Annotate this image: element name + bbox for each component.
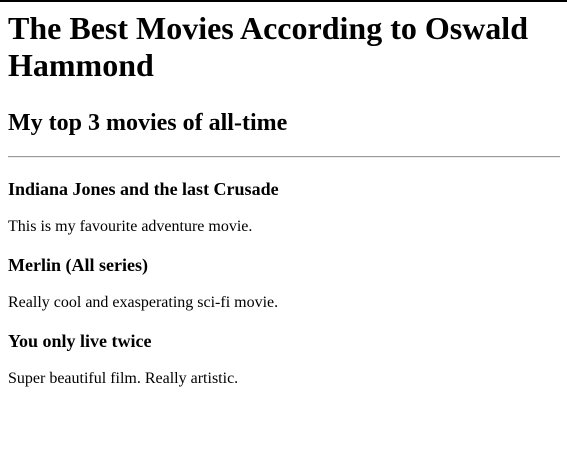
movie-title: Indiana Jones and the last Crusade — [8, 179, 279, 199]
movie-item: You only live twice Super beautiful film… — [8, 330, 560, 388]
page-title: The Best Movies According to Oswald Hamm… — [8, 10, 528, 83]
divider — [8, 156, 560, 158]
movie-title: Merlin (All series) — [8, 255, 148, 275]
movie-description: This is my favourite adventure movie. — [8, 218, 253, 235]
movie-item: Indiana Jones and the last Crusade This … — [8, 178, 560, 236]
movie-title: You only live twice — [8, 331, 152, 351]
movie-item: Merlin (All series) Really cool and exas… — [8, 254, 560, 312]
page-subtitle: My top 3 movies of all-time — [8, 110, 288, 136]
movie-description: Super beautiful film. Really artistic. — [8, 370, 239, 387]
movie-description: Really cool and exasperating sci-fi movi… — [8, 294, 279, 311]
page-content: The Best Movies According to Oswald Hamm… — [8, 0, 560, 388]
